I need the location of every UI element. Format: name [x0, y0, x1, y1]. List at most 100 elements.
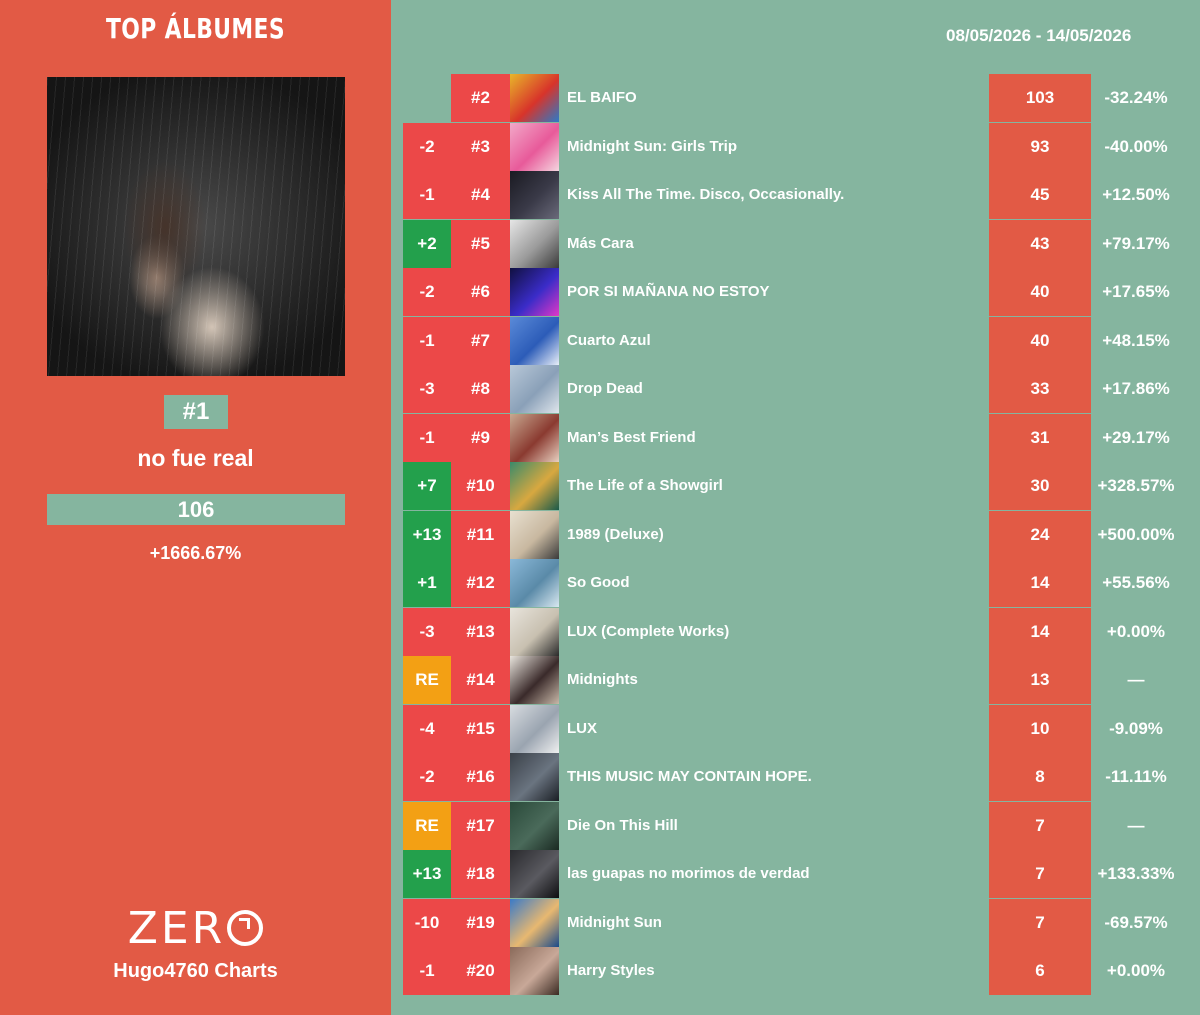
table-row[interactable]: +7 #10 The Life of a Showgirl 30 +328.57% — [0, 462, 1200, 510]
album-thumbnail[interactable] — [510, 607, 559, 656]
album-title[interactable]: Cuarto Azul — [567, 317, 967, 365]
table-row[interactable]: -1 #7 Cuarto Azul 40 +48.15% — [0, 316, 1200, 365]
rank-change-badge: -10 — [403, 898, 451, 947]
album-title[interactable]: Más Cara — [567, 220, 967, 268]
rank-position: #18 — [451, 850, 510, 898]
album-points: 40 — [989, 268, 1091, 316]
rank-position: #12 — [451, 559, 510, 607]
album-thumbnail[interactable] — [510, 510, 559, 559]
album-points: 14 — [989, 607, 1091, 656]
points-change-pct: -32.24% — [1104, 88, 1168, 107]
table-row[interactable]: +1 #12 So Good 14 +55.56% — [0, 559, 1200, 607]
album-title[interactable]: LUX — [567, 705, 967, 753]
album-title[interactable]: 1989 (Deluxe) — [567, 511, 967, 559]
table-row[interactable]: -1 #4 Kiss All The Time. Disco, Occasional… — [0, 171, 1200, 219]
album-title[interactable]: Drop Dead — [567, 365, 967, 413]
album-points: 14 — [989, 559, 1091, 607]
album-points: 45 — [989, 171, 1091, 219]
album-title[interactable]: Harry Styles — [567, 947, 967, 995]
rank-change-badge: +13 — [403, 850, 451, 898]
album-title[interactable]: The Life of a Showgirl — [567, 462, 967, 510]
album-title[interactable]: Die On This Hill — [567, 802, 967, 850]
album-title[interactable]: Midnight Sun: Girls Trip — [567, 123, 967, 171]
album-points: 10 — [989, 704, 1091, 753]
points-change-pct: -69.57% — [1104, 912, 1168, 932]
album-title[interactable]: LUX (Complete Works) — [567, 608, 967, 656]
table-row[interactable]: -4 #15 LUX 10 -9.09% — [0, 704, 1200, 753]
album-thumbnail[interactable] — [510, 947, 559, 995]
rank-change-badge: -3 — [403, 365, 451, 413]
album-thumbnail[interactable] — [510, 898, 559, 947]
rank-position: #17 — [451, 801, 510, 850]
points-change-pct: -40.00% — [1104, 136, 1168, 156]
album-points: 24 — [989, 510, 1091, 559]
points-change-pct: +17.65% — [1102, 282, 1170, 301]
table-row[interactable]: +2 #5 Más Cara 43 +79.17% — [0, 219, 1200, 268]
points-change-pct: +133.33% — [1097, 864, 1175, 883]
points-change-pct: +500.00% — [1097, 524, 1175, 544]
rank-position: #11 — [451, 510, 510, 559]
album-thumbnail[interactable] — [510, 219, 559, 268]
table-row[interactable]: #2 EL BAIFO 103 -32.24% — [0, 74, 1200, 122]
table-row[interactable]: -3 #13 LUX (Complete Works) 14 +0.00% — [0, 607, 1200, 656]
rank-position: #9 — [451, 413, 510, 462]
rank-change-badge: +13 — [403, 510, 451, 559]
table-row[interactable]: -2 #3 Midnight Sun: Girls Trip 93 -40.00% — [0, 122, 1200, 171]
album-thumbnail[interactable] — [510, 462, 559, 510]
album-thumbnail[interactable] — [510, 74, 559, 122]
rank-position: #2 — [451, 74, 510, 122]
points-change-pct: -11.11% — [1105, 767, 1167, 786]
album-thumbnail[interactable] — [510, 850, 559, 898]
table-row[interactable]: -1 #20 Harry Styles 6 +0.00% — [0, 947, 1200, 995]
album-title[interactable]: POR SI MAÑANA NO ESTOY — [567, 268, 967, 316]
album-title[interactable]: Midnights — [567, 656, 967, 704]
points-change-pct: +29.17% — [1102, 427, 1170, 447]
table-row[interactable]: -3 #8 Drop Dead 33 +17.86% — [0, 365, 1200, 413]
table-row[interactable]: RE #14 Midnights 13 — — [0, 656, 1200, 704]
rank-change-badge: -2 — [403, 268, 451, 316]
table-row[interactable]: +13 #11 1989 (Deluxe) 24 +500.00% — [0, 510, 1200, 559]
album-thumbnail[interactable] — [510, 704, 559, 753]
album-points: 33 — [989, 365, 1091, 413]
album-title[interactable]: THIS MUSIC MAY CONTAIN HOPE. — [567, 753, 967, 801]
table-row[interactable]: -2 #6 POR SI MAÑANA NO ESTOY 40 +17.65% — [0, 268, 1200, 316]
album-thumbnail[interactable] — [510, 365, 559, 413]
album-title[interactable]: Man’s Best Friend — [567, 414, 967, 462]
album-title[interactable]: Midnight Sun — [567, 899, 967, 947]
points-change-pct: +0.00% — [1106, 621, 1166, 641]
rank-change-badge: +2 — [403, 219, 451, 268]
rank-change-badge: -1 — [403, 171, 451, 219]
table-row[interactable]: -10 #19 Midnight Sun 7 -69.57% — [0, 898, 1200, 947]
album-points: 7 — [989, 850, 1091, 898]
rank-position: #6 — [451, 268, 510, 316]
album-thumbnail[interactable] — [510, 316, 559, 365]
album-thumbnail[interactable] — [510, 413, 559, 462]
rank-position: #15 — [451, 704, 510, 753]
album-thumbnail[interactable] — [510, 801, 559, 850]
rank-position: #4 — [451, 171, 510, 219]
album-thumbnail[interactable] — [510, 656, 559, 704]
table-row[interactable]: +13 #18 las guapas no morimos de verdad 7 +1… — [0, 850, 1200, 898]
table-row[interactable]: -1 #9 Man’s Best Friend 31 +29.17% — [0, 413, 1200, 462]
album-title[interactable]: EL BAIFO — [567, 74, 967, 122]
album-title[interactable]: las guapas no morimos de verdad — [567, 850, 967, 898]
rank-position: #3 — [451, 122, 510, 171]
album-thumbnail[interactable] — [510, 122, 559, 171]
album-points: 8 — [989, 753, 1091, 801]
table-row[interactable]: RE #17 Die On This Hill 7 — — [0, 801, 1200, 850]
rank-position: #13 — [451, 607, 510, 656]
album-points: 43 — [989, 219, 1091, 268]
album-title[interactable]: Kiss All The Time. Disco, Occasionally. — [567, 171, 967, 219]
album-thumbnail[interactable] — [510, 559, 559, 607]
points-change-pct: — — [1127, 815, 1145, 835]
album-thumbnail[interactable] — [510, 171, 559, 219]
date-range: 08/05/2026 - 14/05/2026 — [946, 26, 1132, 45]
album-thumbnail[interactable] — [510, 268, 559, 316]
table-row[interactable]: -2 #16 THIS MUSIC MAY CONTAIN HOPE. 8 -11.11… — [0, 753, 1200, 801]
album-thumbnail[interactable] — [510, 753, 559, 801]
album-points: 31 — [989, 413, 1091, 462]
points-change-pct: — — [1127, 670, 1145, 689]
album-title[interactable]: So Good — [567, 559, 967, 607]
points-change-pct: -9.09% — [1109, 718, 1163, 738]
rank-position: #7 — [451, 316, 510, 365]
